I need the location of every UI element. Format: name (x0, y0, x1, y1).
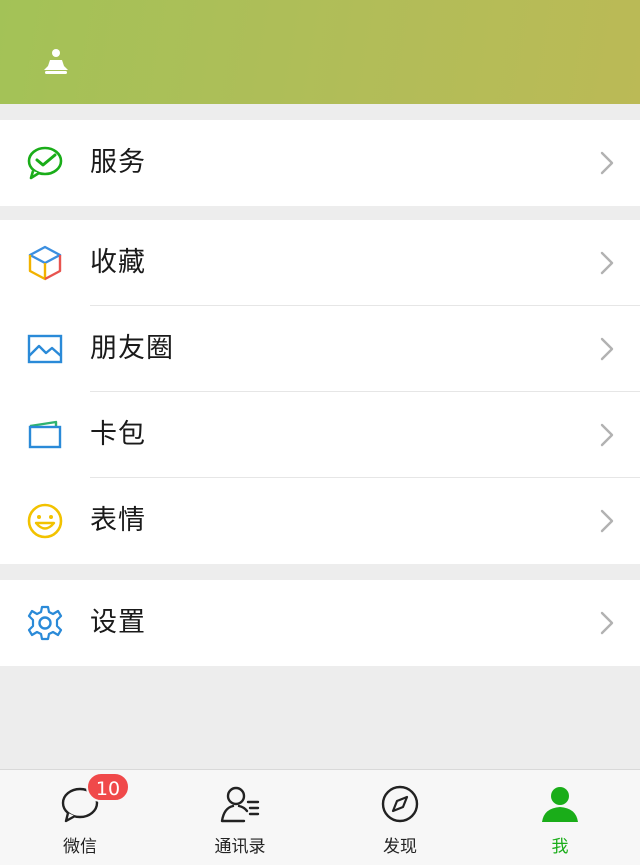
menu-label: 收藏 (90, 247, 146, 278)
chevron-right-icon (600, 611, 614, 635)
wechat-pay-icon (27, 146, 63, 180)
chevron-right-icon (600, 423, 614, 447)
chevron-right-icon (600, 151, 614, 175)
menu-label: 朋友圈 (90, 333, 174, 364)
tab-contacts[interactable]: 通讯录 (160, 770, 320, 865)
menu-item-services[interactable]: 服务 (0, 120, 640, 206)
tab-label: 我 (551, 837, 569, 857)
contacts-icon (220, 786, 260, 823)
card-wallet-icon (28, 420, 62, 449)
chevron-right-icon (600, 337, 614, 361)
bottom-tab-bar: 10 微信 通讯录 发现 我 (0, 769, 640, 865)
favorites-cube-icon (28, 245, 62, 281)
menu-item-favorites[interactable]: 收藏 (0, 220, 640, 306)
services-group: 服务 (0, 120, 640, 206)
tab-me[interactable]: 我 (480, 770, 640, 865)
chevron-right-icon (600, 251, 614, 275)
menu-item-card-wallet[interactable]: 卡包 (0, 392, 640, 478)
meditation-icon[interactable] (42, 48, 70, 76)
menu-label: 设置 (90, 607, 146, 638)
tab-label: 微信 (63, 837, 97, 857)
unread-badge: 10 (86, 772, 130, 802)
smiley-icon (27, 503, 63, 539)
menu-item-stickers[interactable]: 表情 (0, 478, 640, 564)
profile-header[interactable] (0, 0, 640, 104)
menu-label: 卡包 (90, 419, 146, 450)
menu-item-moments[interactable]: 朋友圈 (0, 306, 640, 392)
settings-group: 设置 (0, 580, 640, 666)
moments-picture-icon (27, 334, 63, 364)
tab-chats[interactable]: 10 微信 (0, 770, 160, 865)
compass-icon (381, 785, 419, 823)
profile-icon (542, 787, 578, 822)
tab-label: 发现 (383, 837, 417, 857)
features-group: 收藏 朋友圈 卡包 表情 (0, 220, 640, 564)
settings-gear-icon (27, 605, 63, 641)
chevron-right-icon (600, 509, 614, 533)
tab-label: 通讯录 (214, 837, 266, 857)
menu-label: 表情 (90, 505, 146, 536)
menu-item-settings[interactable]: 设置 (0, 580, 640, 666)
tab-discover[interactable]: 发现 (320, 770, 480, 865)
menu-label: 服务 (90, 147, 146, 178)
